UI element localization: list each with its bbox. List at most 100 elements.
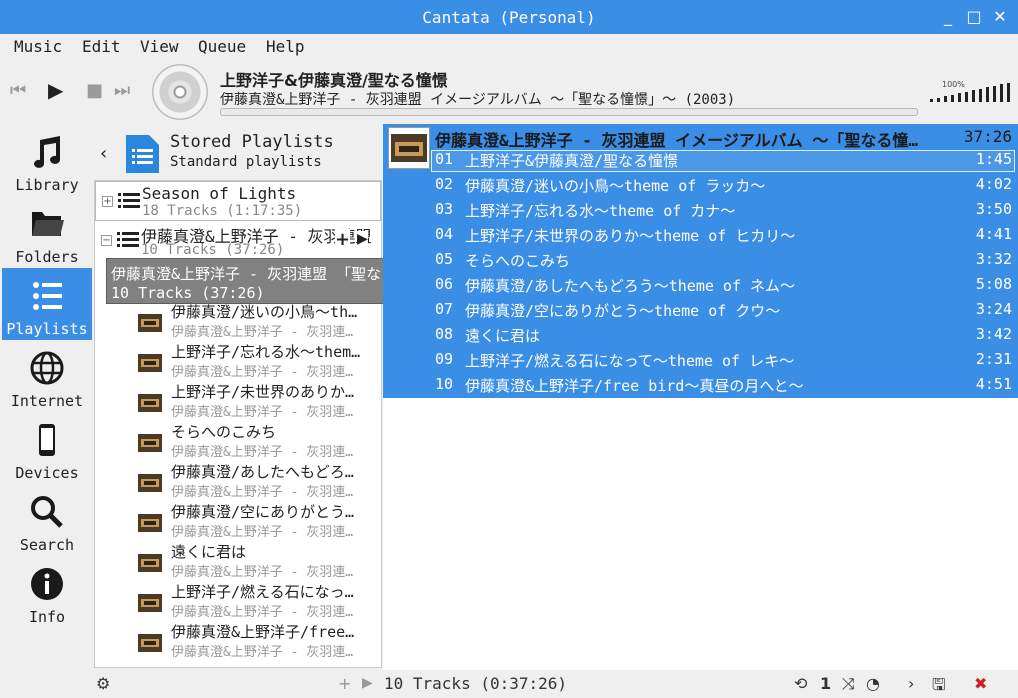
queue-row[interactable]: 08 遠くに君は 3:42 [383,323,1018,348]
sidebar-item-search[interactable]: Search [2,484,92,556]
volume-bar [930,99,933,102]
play-icon[interactable]: ▶ [362,675,373,691]
next-icon[interactable]: › [908,674,914,693]
volume-bar [1007,82,1010,102]
menu-view[interactable]: View [140,37,179,56]
track-title: 伊藤真澄/あしたへもどろ… [171,463,354,481]
volume-bar [965,91,968,102]
track-number: 07 [435,300,454,318]
track-number: 04 [435,225,454,243]
menu-edit[interactable]: Edit [82,37,121,56]
playlist-item[interactable]: − 伊藤真澄&上野洋子 - 灰羽連盟 10 Tracks (37:26) + ▶ [95,221,381,261]
volume-bar [972,90,975,102]
save-icon[interactable]: 🖫 [932,674,946,698]
album-art-icon [138,354,162,372]
sidebar-item-info[interactable]: Info [2,556,92,628]
clear-queue-icon[interactable]: ✖ [974,674,987,693]
album-art-icon [138,634,162,652]
track-title: 伊藤真澄/迷いの小鳥〜theme of ラッカ〜 [465,177,766,195]
menu-queue[interactable]: Queue [198,37,246,56]
track-title: 遠くに君は [465,327,541,345]
playlist-track-item[interactable]: そらへのこみち 伊藤真澄&上野洋子 - 灰羽連… [135,421,381,461]
track-number: 01 [435,150,454,168]
playlist-track-item[interactable]: 上野洋子/忘れる水〜them… 伊藤真澄&上野洋子 - 灰羽連… [135,341,381,381]
playlist-track-item[interactable]: 伊藤真澄&上野洋子/free… 伊藤真澄&上野洋子 - 灰羽連… [135,621,381,661]
menu-music[interactable]: Music [14,37,62,56]
panel-subtitle: Standard playlists [170,154,322,170]
playlist-track-item[interactable]: 遠くに君は 伊藤真澄&上野洋子 - 灰羽連… [135,541,381,581]
volume-bar [937,97,940,102]
menu-bar: Music Edit View Queue Help [0,34,1018,60]
track-title: 上野洋子/忘れる水〜theme of カナ〜 [465,202,736,220]
sidebar-item-internet[interactable]: Internet [2,340,92,412]
sidebar-item-devices[interactable]: Devices [2,412,92,484]
now-playing-title: 上野洋子&伊藤真澄/聖なる憧憬 [220,71,448,90]
sidebar-item-library[interactable]: Library [2,124,92,196]
sidebar-item-label: Search [19,536,75,554]
queue-row[interactable]: 05 そらへのこみち 3:32 [383,248,1018,273]
queue-row[interactable]: 07 伊藤真澄/空にありがとう〜theme of クウ〜 3:24 [383,298,1018,323]
minimize-icon[interactable]: _ [938,7,958,27]
queue-row[interactable]: 02 伊藤真澄/迷いの小鳥〜theme of ラッカ〜 4:02 [383,173,1018,198]
track-title: 上野洋子/忘れる水〜them… [171,343,361,361]
playlist-track-item[interactable]: 伊藤真澄/迷いの小鳥〜th… 伊藤真澄&上野洋子 - 灰羽連… [135,301,381,341]
sidebar-item-label: Playlists [6,320,88,338]
sidebar-item-folders[interactable]: Folders [2,196,92,268]
next-track-icon[interactable]: ⏭ [114,80,130,101]
expand-icon[interactable]: + [102,196,113,207]
music-note-icon [34,136,60,168]
playlists-tree[interactable]: + Season of Lights 18 Tracks (1:17:35) −… [94,180,382,668]
track-title: 伊藤真澄&上野洋子/free… [171,623,355,641]
play-icon[interactable]: ▶ [48,78,63,102]
repeat-icon[interactable]: ⟲ [794,674,807,693]
track-artist: 伊藤真澄&上野洋子 - 灰羽連… [171,565,354,580]
collapse-icon[interactable]: − [101,235,112,246]
window-title: Cantata (Personal) [422,8,596,27]
queue-row[interactable]: 01 上野洋子&伊藤真澄/聖なる憧憬 1:45 [383,148,1018,173]
list-icon [117,232,139,247]
maximize-icon[interactable]: □ [964,7,984,27]
shuffle-icon[interactable]: ⤨ [842,674,855,694]
consume-icon[interactable]: ◔ [866,674,880,693]
volume-slider[interactable] [930,82,1012,102]
track-artist: 伊藤真澄&上野洋子 - 灰羽連… [171,325,354,340]
single-mode-toggle[interactable]: 1 [820,674,831,693]
sidebar: Library Folders Playlists Internet Devic… [0,124,93,664]
play-playlist-icon[interactable]: ▶ [357,231,368,247]
menu-help[interactable]: Help [266,37,305,56]
playlist-track-item[interactable]: 伊藤真澄/あしたへもどろ… 伊藤真澄&上野洋子 - 灰羽連… [135,461,381,501]
queue-row[interactable]: 03 上野洋子/忘れる水〜theme of カナ〜 3:50 [383,198,1018,223]
playlist-track-item[interactable]: 上野洋子/燃える石になっ… 伊藤真澄&上野洋子 - 灰羽連… [135,581,381,621]
queue-row[interactable]: 04 上野洋子/未世界のありか〜theme of ヒカリ〜 4:41 [383,223,1018,248]
track-title: 上野洋子/燃える石になっ… [171,583,354,601]
queue-row[interactable]: 09 上野洋子/燃える石になって〜theme of レキ〜 2:31 [383,348,1018,373]
track-number: 02 [435,175,454,193]
track-title: 上野洋子/未世界のありか… [171,383,355,401]
volume-bar [979,88,982,102]
playlist-track-item[interactable]: 上野洋子/未世界のありか… 伊藤真澄&上野洋子 - 灰羽連… [135,381,381,421]
sidebar-item-playlists[interactable]: Playlists [2,268,92,340]
sidebar-item-label: Devices [15,464,79,482]
add-icon[interactable]: + [338,674,351,693]
playlist-item[interactable]: + Season of Lights 18 Tracks (1:17:35) [95,181,381,221]
add-to-queue-icon[interactable]: + [335,229,351,250]
track-number: 05 [435,250,454,268]
track-artist: 伊藤真澄&上野洋子 - 灰羽連… [171,605,354,620]
track-progress-slider[interactable] [220,108,918,116]
playlist-track-item[interactable]: 伊藤真澄/空にありがとう… 伊藤真澄&上野洋子 - 灰羽連… [135,501,381,541]
stop-icon[interactable]: ■ [86,80,103,101]
album-art-icon [138,514,162,532]
playlist-count: 18 Tracks (1:17:35) [142,203,303,219]
queue-row[interactable]: 10 伊藤真澄&上野洋子/free bird〜真昼の月へと〜 4:51 [383,373,1018,398]
track-title: 伊藤真澄&上野洋子/free bird〜真昼の月へと〜 [465,377,804,395]
album-cover-icon [152,64,208,120]
previous-track-icon[interactable]: ⏮ [10,80,26,101]
settings-gear-icon[interactable]: ⚙ [96,674,110,693]
volume-bar [944,96,947,102]
track-duration: 4:41 [975,225,1012,243]
back-icon[interactable]: ‹ [100,143,107,164]
close-icon[interactable]: ✕ [990,7,1010,27]
track-title: 上野洋子/燃える石になって〜theme of レキ〜 [465,352,795,370]
queue-summary: 10 Tracks (0:37:26) [384,674,568,693]
queue-row[interactable]: 06 伊藤真澄/あしたへもどろう〜theme of ネム〜 5:08 [383,273,1018,298]
